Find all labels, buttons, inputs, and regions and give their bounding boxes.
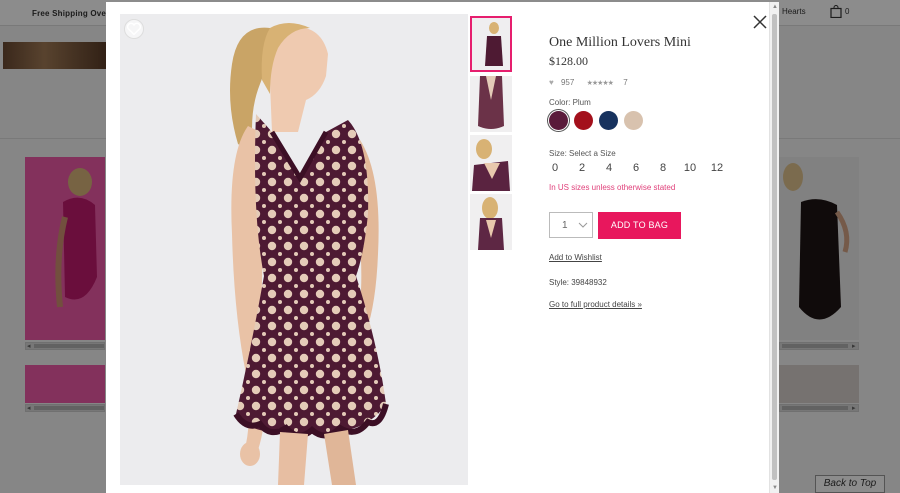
quantity-select[interactable]: 1 bbox=[549, 212, 593, 238]
product-title: One Million Lovers Mini bbox=[549, 35, 691, 50]
color-swatch-plum[interactable] bbox=[549, 111, 568, 130]
modal-scrollbar[interactable]: ▲ ▼ bbox=[769, 2, 779, 493]
size-option-12[interactable]: 12 bbox=[709, 162, 725, 174]
size-option-4[interactable]: 4 bbox=[601, 162, 617, 174]
favorite-heart-button[interactable] bbox=[124, 19, 144, 39]
review-count[interactable]: 7 bbox=[623, 78, 627, 87]
thumbnail-4[interactable] bbox=[470, 194, 512, 250]
color-swatch-navy[interactable] bbox=[599, 111, 618, 130]
thumbnail-3[interactable] bbox=[470, 135, 512, 191]
heart-icon bbox=[126, 22, 142, 36]
size-label: Size: Select a Size bbox=[549, 149, 616, 158]
thumbnail-1[interactable] bbox=[470, 16, 512, 72]
size-option-8[interactable]: 8 bbox=[655, 162, 671, 174]
size-note: In US sizes unless otherwise stated bbox=[549, 183, 676, 192]
quantity-value: 1 bbox=[562, 220, 568, 231]
product-stats: ♥ 957 ★★★★★ 7 bbox=[549, 78, 628, 87]
chevron-down-icon bbox=[578, 222, 588, 228]
style-number: Style: 39848932 bbox=[549, 278, 607, 287]
close-icon bbox=[753, 15, 767, 29]
color-swatch-nude[interactable] bbox=[624, 111, 643, 130]
close-button[interactable] bbox=[752, 14, 768, 30]
size-option-6[interactable]: 6 bbox=[628, 162, 644, 174]
hearts-count: 957 bbox=[560, 78, 575, 87]
size-option-2[interactable]: 2 bbox=[574, 162, 590, 174]
quick-view-modal: One Million Lovers Mini $128.00 ♥ 957 ★★… bbox=[106, 2, 779, 493]
rating-stars[interactable]: ★★★★★ bbox=[587, 80, 614, 87]
size-option-10[interactable]: 10 bbox=[682, 162, 698, 174]
thumbnail-2[interactable] bbox=[470, 76, 512, 132]
full-details-link[interactable]: Go to full product details » bbox=[549, 300, 642, 309]
add-to-bag-button[interactable]: ADD TO BAG bbox=[598, 212, 681, 239]
size-option-0[interactable]: 0 bbox=[547, 162, 563, 174]
product-price: $128.00 bbox=[549, 54, 588, 68]
add-to-wishlist-link[interactable]: Add to Wishlist bbox=[549, 253, 602, 262]
main-product-image[interactable] bbox=[120, 14, 468, 485]
heart-icon[interactable]: ♥ bbox=[549, 78, 554, 87]
color-swatch-red[interactable] bbox=[574, 111, 593, 130]
color-label: Color: Plum bbox=[549, 98, 591, 107]
